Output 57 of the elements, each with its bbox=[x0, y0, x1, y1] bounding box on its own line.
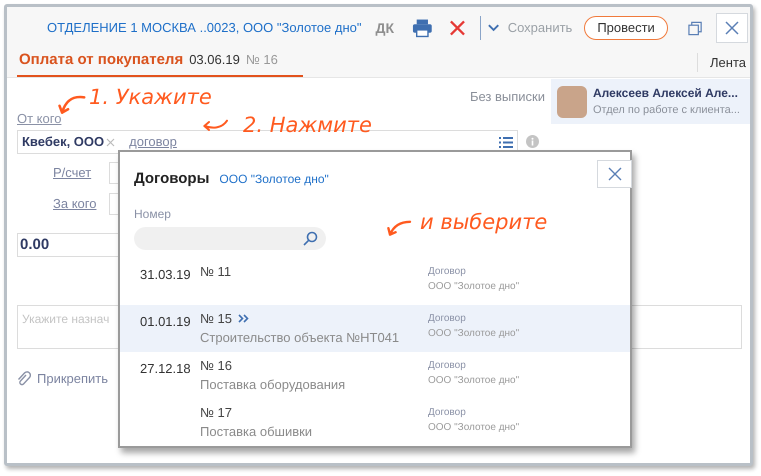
annotation-text: и выберите bbox=[420, 209, 548, 236]
contract-organization: ООО "Золотое дно" bbox=[428, 326, 520, 340]
employee-card[interactable]: Алексеев Алексей Але... Отдел по работе с клиента... bbox=[551, 79, 750, 124]
close-button[interactable] bbox=[716, 13, 748, 43]
contract-organization: ООО "Золотое дно" bbox=[428, 374, 520, 388]
chevron-down-icon[interactable] bbox=[486, 23, 500, 33]
contract-number: № 11 bbox=[200, 262, 232, 281]
contract-number: № 17 bbox=[200, 404, 232, 422]
contract-link[interactable]: договор bbox=[129, 132, 177, 152]
counterparty-value: Квебек, ООО bbox=[22, 133, 104, 152]
annotation-text: 1. Укажите bbox=[89, 84, 212, 111]
paperclip-icon[interactable] bbox=[17, 370, 31, 387]
document-date: 03.06.19 bbox=[189, 50, 240, 68]
contract-date: 27.12.18 bbox=[140, 360, 191, 376]
contract-row[interactable]: 31.03.19 № 11 Договор ООО "Золотое дно" bbox=[120, 258, 630, 304]
double-chevron-icon[interactable] bbox=[238, 314, 250, 323]
employee-department: Отдел по работе с клиента... bbox=[593, 103, 740, 118]
avatar bbox=[557, 86, 587, 118]
search-label: Номер bbox=[134, 206, 171, 222]
contract-type: Договор bbox=[428, 312, 467, 326]
post-button[interactable]: Провести bbox=[584, 16, 668, 40]
contract-subject: Строительство объекта №НТ041 bbox=[200, 328, 400, 347]
contract-date: 01.01.19 bbox=[140, 314, 191, 328]
dialog-close-button[interactable] bbox=[597, 160, 632, 188]
contract-number: № 16 bbox=[200, 356, 232, 375]
payer-link[interactable]: За кого bbox=[53, 194, 109, 214]
dialog-organization: ООО "Золотое дно" bbox=[219, 171, 329, 188]
contract-subject: Поставка обшивки bbox=[200, 422, 314, 440]
list-icon[interactable] bbox=[499, 136, 513, 148]
feed-tab[interactable]: Лента bbox=[697, 52, 750, 72]
contract-number: № 15 bbox=[200, 310, 232, 328]
document-number: № 16 bbox=[246, 50, 278, 68]
contract-type: Договор bbox=[428, 358, 467, 372]
printer-icon[interactable] bbox=[412, 18, 433, 38]
statement-label: Без выписки bbox=[470, 88, 545, 106]
close-icon bbox=[608, 167, 622, 181]
search-icon bbox=[303, 230, 318, 246]
contract-type: Договор bbox=[428, 264, 467, 278]
document-tab[interactable]: Оплата от покупателя 03.06.19 № 16 bbox=[17, 48, 303, 77]
account-link[interactable]: Р/счет bbox=[53, 163, 109, 183]
contract-type: Договор bbox=[428, 406, 467, 420]
contract-row[interactable]: 01.01.19 № 15 Строительство объекта №НТ041 Договор ООО "Золотое дно" bbox=[120, 304, 630, 352]
employee-name: Алексеев Алексей Але... bbox=[593, 85, 739, 102]
document-title: Оплата от покупателя bbox=[19, 50, 184, 70]
organization-link[interactable]: ОТДЕЛЕНИЕ 1 МОСКВА ..0023, ООО "Золотое дно" bbox=[47, 18, 362, 38]
delete-icon[interactable] bbox=[448, 19, 466, 37]
contract-subject: Поставка оборудования bbox=[200, 376, 346, 394]
close-icon bbox=[724, 21, 739, 35]
attach-button[interactable]: Прикрепить bbox=[37, 369, 108, 388]
contract-row[interactable]: 27.12.18 № 16 Поставка оборудования Договор ООО "Золотое дно" bbox=[120, 352, 630, 398]
contract-date: 31.03.19 bbox=[140, 266, 191, 282]
contract-row[interactable]: № 17 Поставка обшивки Договор ООО "Золотое дно" bbox=[120, 398, 630, 446]
contract-organization: ООО "Золотое дно" bbox=[428, 420, 520, 434]
search-field[interactable] bbox=[134, 226, 326, 250]
dialog-title: Договоры bbox=[134, 169, 210, 189]
restore-icon[interactable] bbox=[688, 20, 702, 36]
contract-organization: ООО "Золотое дно" bbox=[428, 280, 520, 294]
